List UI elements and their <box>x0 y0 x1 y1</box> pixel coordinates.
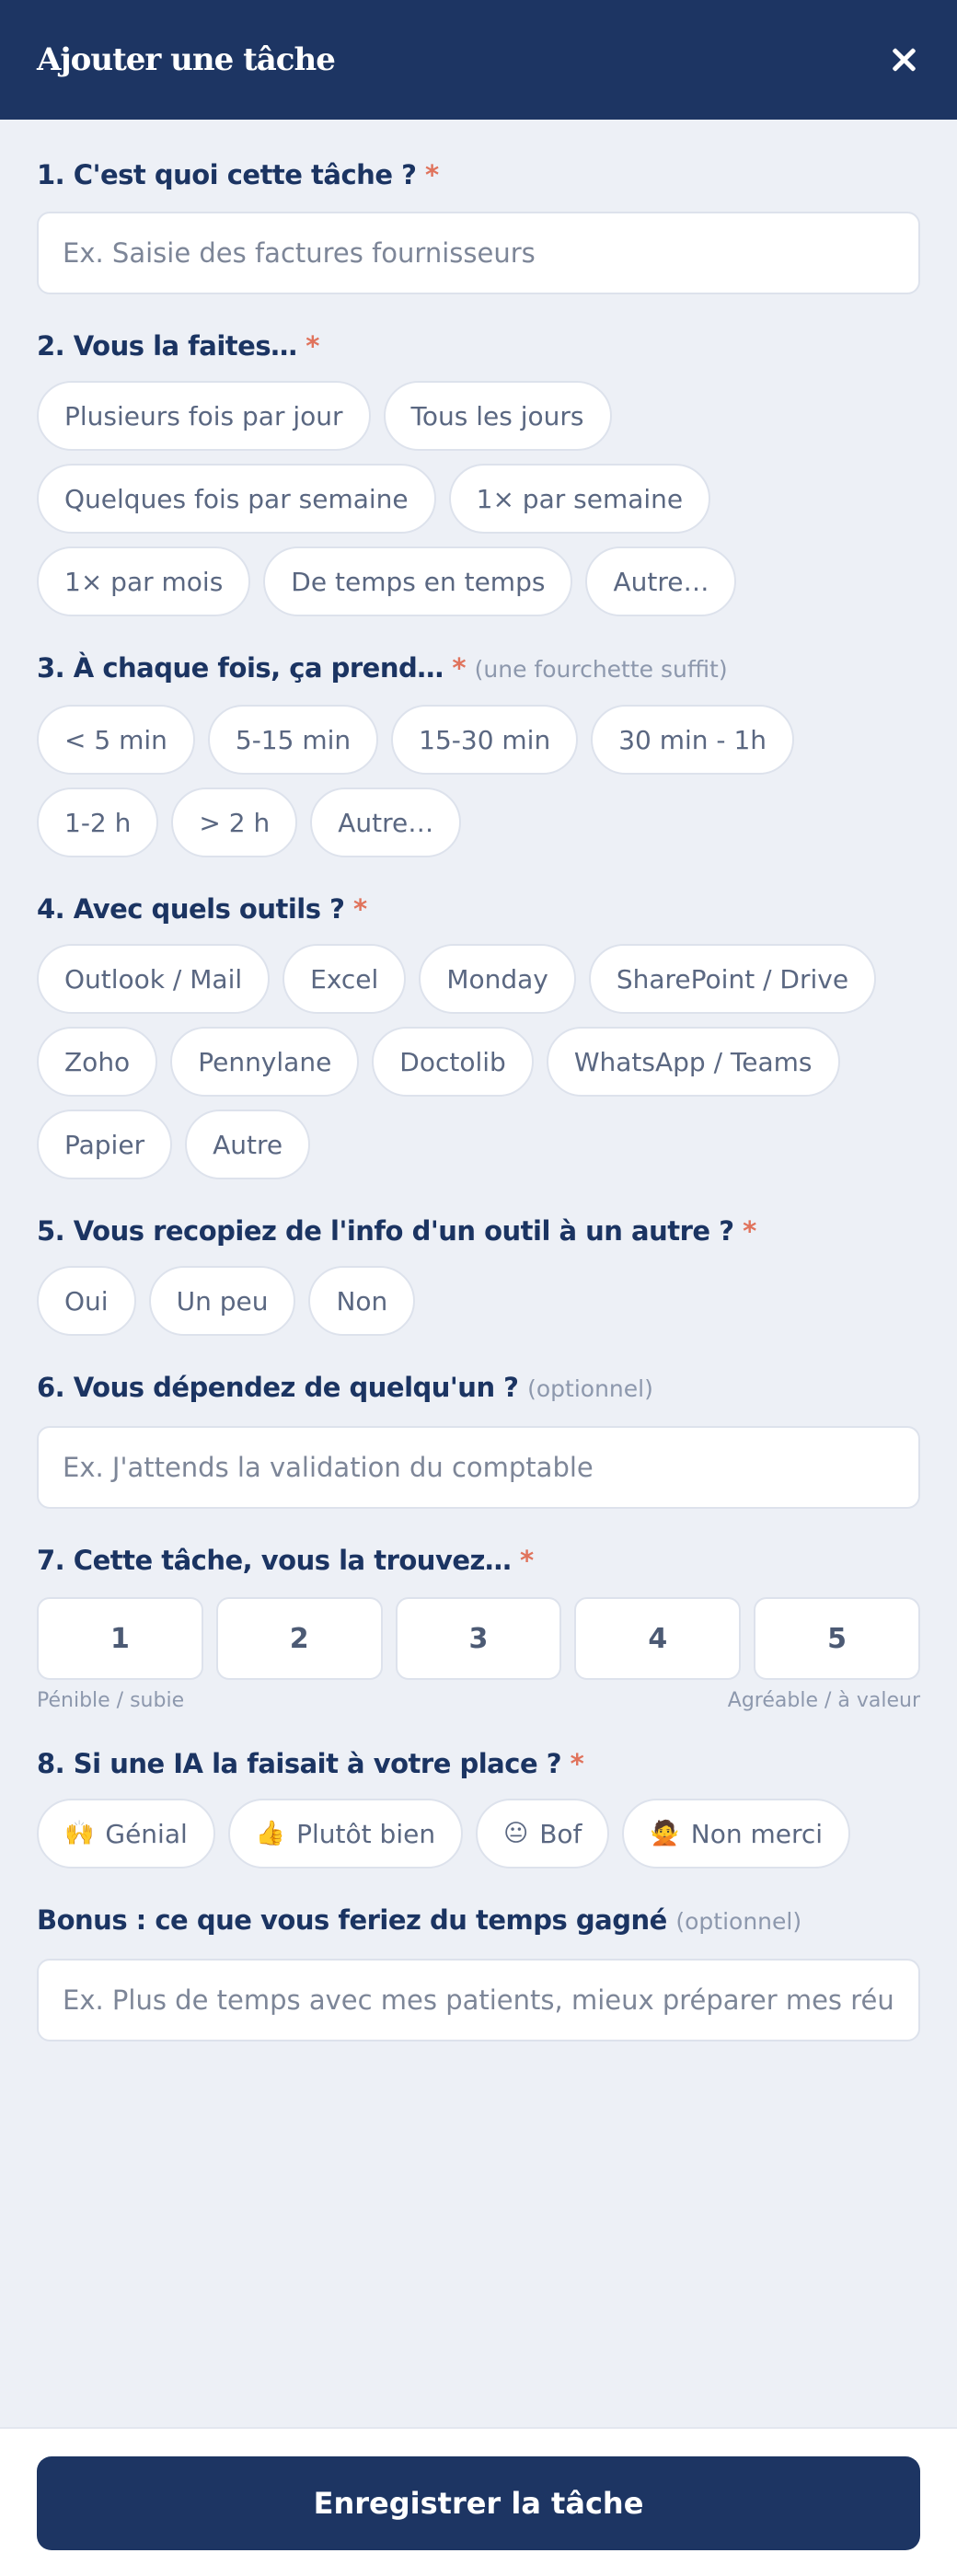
question-text: 2. Vous la faites… <box>37 330 297 362</box>
duration-option[interactable]: 15-30 min <box>391 705 579 775</box>
question-label: 3. À chaque fois, ça prend… * (une fourc… <box>37 650 920 688</box>
frequency-option[interactable]: Quelques fois par semaine <box>37 464 436 534</box>
task-form: 1. C'est quoi cette tâche ? * 2. Vous la… <box>0 120 957 2041</box>
question-label: 8. Si une IA la faisait à votre place ? … <box>37 1745 920 1782</box>
rating-option[interactable]: 4 <box>574 1597 742 1680</box>
duration-option[interactable]: 30 min - 1h <box>591 705 794 775</box>
frequency-option[interactable]: 1× par mois <box>37 546 251 616</box>
question-ai-opinion: 8. Si une IA la faisait à votre place ? … <box>37 1745 920 1869</box>
save-task-button[interactable]: Enregistrer la tâche <box>37 2456 920 2550</box>
question-label: 7. Cette tâche, vous la trouvez… * <box>37 1542 920 1579</box>
tool-option[interactable]: Zoho <box>37 1027 158 1097</box>
tool-option[interactable]: Pennylane <box>170 1027 360 1097</box>
question-task-name: 1. C'est quoi cette tâche ? * <box>37 156 920 294</box>
dependency-input[interactable] <box>37 1426 920 1509</box>
duration-options: < 5 min 5-15 min 15-30 min 30 min - 1h 1… <box>37 705 920 857</box>
question-text: 1. C'est quoi cette tâche ? <box>37 159 417 190</box>
frequency-option[interactable]: Autre… <box>585 546 737 616</box>
question-copy-info: 5. Vous recopiez de l'info d'un outil à … <box>37 1213 920 1336</box>
question-bonus: Bonus : ce que vous feriez du temps gagn… <box>37 1902 920 2041</box>
rating-high-label: Agréable / à valeur <box>727 1689 920 1712</box>
question-frequency: 2. Vous la faites… * Plusieurs fois par … <box>37 328 920 616</box>
option-label: Bof <box>539 1818 582 1849</box>
modal-footer: Enregistrer la tâche <box>0 2427 957 2576</box>
tool-option[interactable]: WhatsApp / Teams <box>546 1027 840 1097</box>
frequency-options: Plusieurs fois par jour Tous les jours Q… <box>37 381 920 616</box>
required-marker: * <box>353 893 367 925</box>
question-dependency: 6. Vous dépendez de quelqu'un ? (optionn… <box>37 1369 920 1509</box>
tool-option[interactable]: Monday <box>419 944 576 1014</box>
question-text: 8. Si une IA la faisait à votre place ? <box>37 1748 562 1779</box>
thumbs-up-icon: 👍 <box>255 1820 286 1847</box>
frequency-option[interactable]: 1× par semaine <box>448 464 711 534</box>
rating-low-label: Pénible / subie <box>37 1689 185 1712</box>
question-hint: (une fourchette suffit) <box>474 656 728 683</box>
required-marker: * <box>570 1748 584 1779</box>
required-marker: * <box>306 330 319 362</box>
ai-opinion-option[interactable]: 🙅 Non merci <box>622 1799 851 1869</box>
task-name-input[interactable] <box>37 212 920 294</box>
bonus-input[interactable] <box>37 1959 920 2041</box>
ai-opinion-option[interactable]: 👍 Plutôt bien <box>227 1799 464 1869</box>
question-text: 6. Vous dépendez de quelqu'un ? <box>37 1372 519 1403</box>
question-label: 6. Vous dépendez de quelqu'un ? (optionn… <box>37 1369 920 1408</box>
frequency-option[interactable]: Plusieurs fois par jour <box>37 381 371 451</box>
duration-option[interactable]: 1-2 h <box>37 788 159 857</box>
close-icon[interactable] <box>887 43 920 76</box>
rating-option[interactable]: 3 <box>395 1597 562 1680</box>
tool-option[interactable]: Autre <box>185 1110 311 1179</box>
copy-info-option[interactable]: Non <box>308 1266 416 1336</box>
no-gesture-icon: 🙅 <box>650 1820 680 1847</box>
neutral-face-icon: 😐 <box>503 1820 529 1847</box>
question-label: 1. C'est quoi cette tâche ? * <box>37 156 920 193</box>
frequency-option[interactable]: De temps en temps <box>263 546 573 616</box>
rating-option[interactable]: 2 <box>215 1597 383 1680</box>
duration-option[interactable]: < 5 min <box>37 705 195 775</box>
tools-options: Outlook / Mail Excel Monday SharePoint /… <box>37 944 920 1179</box>
duration-option[interactable]: > 2 h <box>171 788 298 857</box>
option-label: Génial <box>105 1818 188 1849</box>
option-label: Non merci <box>690 1818 824 1849</box>
question-label: 4. Avec quels outils ? * <box>37 891 920 927</box>
required-marker: * <box>425 159 439 190</box>
question-hint: (optionnel) <box>527 1375 653 1402</box>
question-text: 5. Vous recopiez de l'info d'un outil à … <box>37 1215 734 1247</box>
copy-info-option[interactable]: Un peu <box>148 1266 296 1336</box>
frequency-option[interactable]: Tous les jours <box>383 381 612 451</box>
modal-title: Ajouter une tâche <box>37 41 336 78</box>
copy-info-option[interactable]: Oui <box>37 1266 136 1336</box>
modal-header: Ajouter une tâche <box>0 0 957 120</box>
rating-scale: 1 2 3 4 5 <box>37 1597 920 1680</box>
required-marker: * <box>452 652 467 684</box>
question-text: Bonus : ce que vous feriez du temps gagn… <box>37 1904 667 1936</box>
rating-option[interactable]: 1 <box>37 1597 203 1680</box>
raised-hands-icon: 🙌 <box>64 1820 95 1847</box>
ai-opinion-option[interactable]: 🙌 Génial <box>37 1799 215 1869</box>
tool-option[interactable]: Doctolib <box>372 1027 534 1097</box>
question-label: Bonus : ce que vous feriez du temps gagn… <box>37 1902 920 1940</box>
question-feeling: 7. Cette tâche, vous la trouvez… * 1 2 3… <box>37 1542 920 1712</box>
option-label: Plutôt bien <box>296 1818 436 1849</box>
question-text: 4. Avec quels outils ? <box>37 893 345 925</box>
tool-option[interactable]: Excel <box>282 944 407 1014</box>
ai-opinion-options: 🙌 Génial 👍 Plutôt bien 😐 Bof 🙅 Non merci <box>37 1799 920 1869</box>
question-label: 5. Vous recopiez de l'info d'un outil à … <box>37 1213 920 1249</box>
duration-option[interactable]: Autre… <box>310 788 462 857</box>
required-marker: * <box>520 1545 534 1576</box>
duration-option[interactable]: 5-15 min <box>207 705 379 775</box>
rating-scale-labels: Pénible / subie Agréable / à valeur <box>37 1689 920 1712</box>
copy-info-options: Oui Un peu Non <box>37 1266 920 1336</box>
question-text: 7. Cette tâche, vous la trouvez… <box>37 1545 512 1576</box>
question-text: 3. À chaque fois, ça prend… <box>37 652 444 684</box>
tool-option[interactable]: SharePoint / Drive <box>588 944 877 1014</box>
question-hint: (optionnel) <box>675 1908 802 1935</box>
tool-option[interactable]: Papier <box>37 1110 173 1179</box>
question-duration: 3. À chaque fois, ça prend… * (une fourc… <box>37 650 920 857</box>
required-marker: * <box>743 1215 756 1247</box>
tool-option[interactable]: Outlook / Mail <box>37 944 271 1014</box>
question-tools: 4. Avec quels outils ? * Outlook / Mail … <box>37 891 920 1179</box>
question-label: 2. Vous la faites… * <box>37 328 920 364</box>
ai-opinion-option[interactable]: 😐 Bof <box>476 1799 610 1869</box>
rating-option[interactable]: 5 <box>754 1597 920 1680</box>
